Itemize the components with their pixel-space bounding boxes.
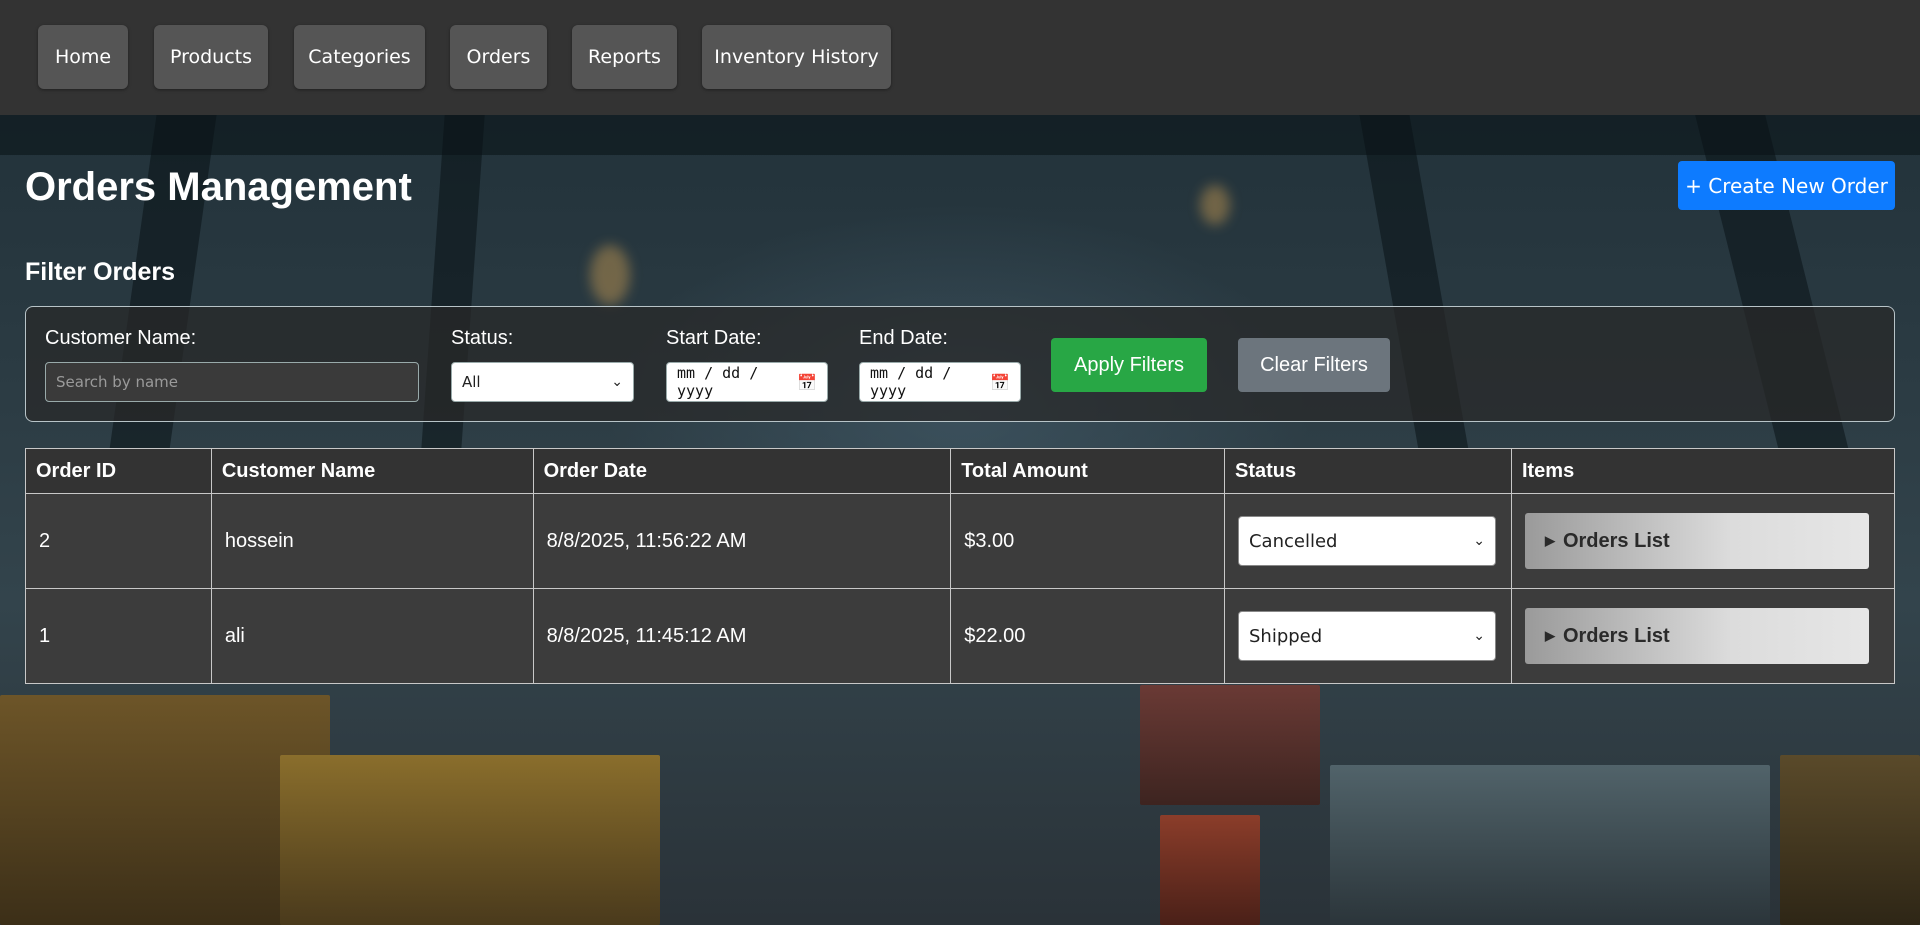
triangle-right-icon: ▶	[1544, 628, 1555, 643]
nav-categories[interactable]: Categories	[294, 25, 425, 89]
customer-name-input[interactable]: Search by name	[45, 362, 419, 402]
status-filter-value: All	[462, 373, 481, 391]
orders-list-toggle[interactable]: ▶ Orders List	[1524, 608, 1869, 664]
customer-name-placeholder: Search by name	[56, 373, 179, 391]
filter-section-title: Filter Orders	[25, 258, 176, 286]
calendar-icon[interactable]: 📅	[990, 373, 1010, 392]
total-amount-cell: $22.00	[950, 588, 1225, 684]
items-cell: ▶ Orders List	[1510, 493, 1896, 589]
triangle-right-icon: ▶	[1544, 533, 1555, 548]
top-nav-bar: Home Products Categories Orders Reports …	[0, 0, 1920, 115]
end-date-input[interactable]: mm / dd / yyyy 📅	[859, 362, 1021, 402]
end-date-label: End Date:	[859, 327, 948, 349]
nav-inventory-history[interactable]: Inventory History	[702, 25, 891, 89]
header-total-amount: Total Amount	[950, 448, 1225, 494]
table-row: 2 hossein 8/8/2025, 11:56:22 AM $3.00 Ca…	[25, 493, 1896, 589]
order-id-cell: 1	[25, 588, 212, 684]
order-id-cell: 2	[25, 493, 212, 589]
calendar-icon[interactable]: 📅	[797, 373, 817, 392]
nav-reports[interactable]: Reports	[572, 25, 677, 89]
header-order-id: Order ID	[25, 448, 212, 494]
main-content: Orders Management + Create New Order Fil…	[0, 0, 1920, 925]
start-date-label: Start Date:	[666, 327, 762, 349]
customer-name-cell: hossein	[210, 493, 534, 589]
customer-name-cell: ali	[210, 588, 534, 684]
status-cell: Shipped ⌄	[1223, 588, 1512, 684]
header-order-date: Order Date	[532, 448, 952, 494]
orders-table: Order ID Customer Name Order Date Total …	[25, 448, 1896, 684]
filter-panel: Customer Name: Search by name Status: Al…	[25, 306, 1895, 422]
customer-name-label: Customer Name:	[45, 327, 197, 349]
header-status: Status	[1223, 448, 1512, 494]
table-row: 1 ali 8/8/2025, 11:45:12 AM $22.00 Shipp…	[25, 588, 1896, 684]
end-date-value: mm / dd / yyyy	[870, 364, 952, 400]
nav-orders[interactable]: Orders	[450, 25, 547, 89]
nav-home[interactable]: Home	[38, 25, 128, 89]
chevron-down-icon: ⌄	[1473, 533, 1485, 549]
chevron-down-icon: ⌄	[611, 374, 623, 390]
clear-filters-button[interactable]: Clear Filters	[1238, 338, 1390, 392]
chevron-down-icon: ⌄	[1473, 628, 1485, 644]
items-cell: ▶ Orders List	[1510, 588, 1896, 684]
orders-list-toggle[interactable]: ▶ Orders List	[1524, 513, 1869, 569]
status-cell: Cancelled ⌄	[1223, 493, 1512, 589]
orders-list-label: Orders List	[1562, 529, 1670, 552]
order-status-value: Shipped	[1248, 625, 1323, 647]
table-header-row: Order ID Customer Name Order Date Total …	[25, 448, 1896, 494]
order-status-value: Cancelled	[1248, 530, 1338, 552]
order-status-select[interactable]: Cancelled ⌄	[1237, 516, 1496, 566]
status-label: Status:	[451, 327, 514, 349]
status-filter-select[interactable]: All ⌄	[451, 362, 634, 402]
header-items: Items	[1510, 448, 1896, 494]
header-customer-name: Customer Name	[210, 448, 534, 494]
start-date-input[interactable]: mm / dd / yyyy 📅	[666, 362, 828, 402]
orders-list-label: Orders List	[1562, 624, 1670, 647]
total-amount-cell: $3.00	[950, 493, 1225, 589]
order-date-cell: 8/8/2025, 11:45:12 AM	[532, 588, 952, 684]
start-date-value: mm / dd / yyyy	[677, 364, 759, 400]
order-status-select[interactable]: Shipped ⌄	[1237, 611, 1496, 661]
order-date-cell: 8/8/2025, 11:56:22 AM	[532, 493, 952, 589]
apply-filters-button[interactable]: Apply Filters	[1051, 338, 1207, 392]
create-new-order-button[interactable]: + Create New Order	[1678, 161, 1895, 210]
nav-products[interactable]: Products	[154, 25, 268, 89]
page-title: Orders Management	[25, 165, 412, 209]
